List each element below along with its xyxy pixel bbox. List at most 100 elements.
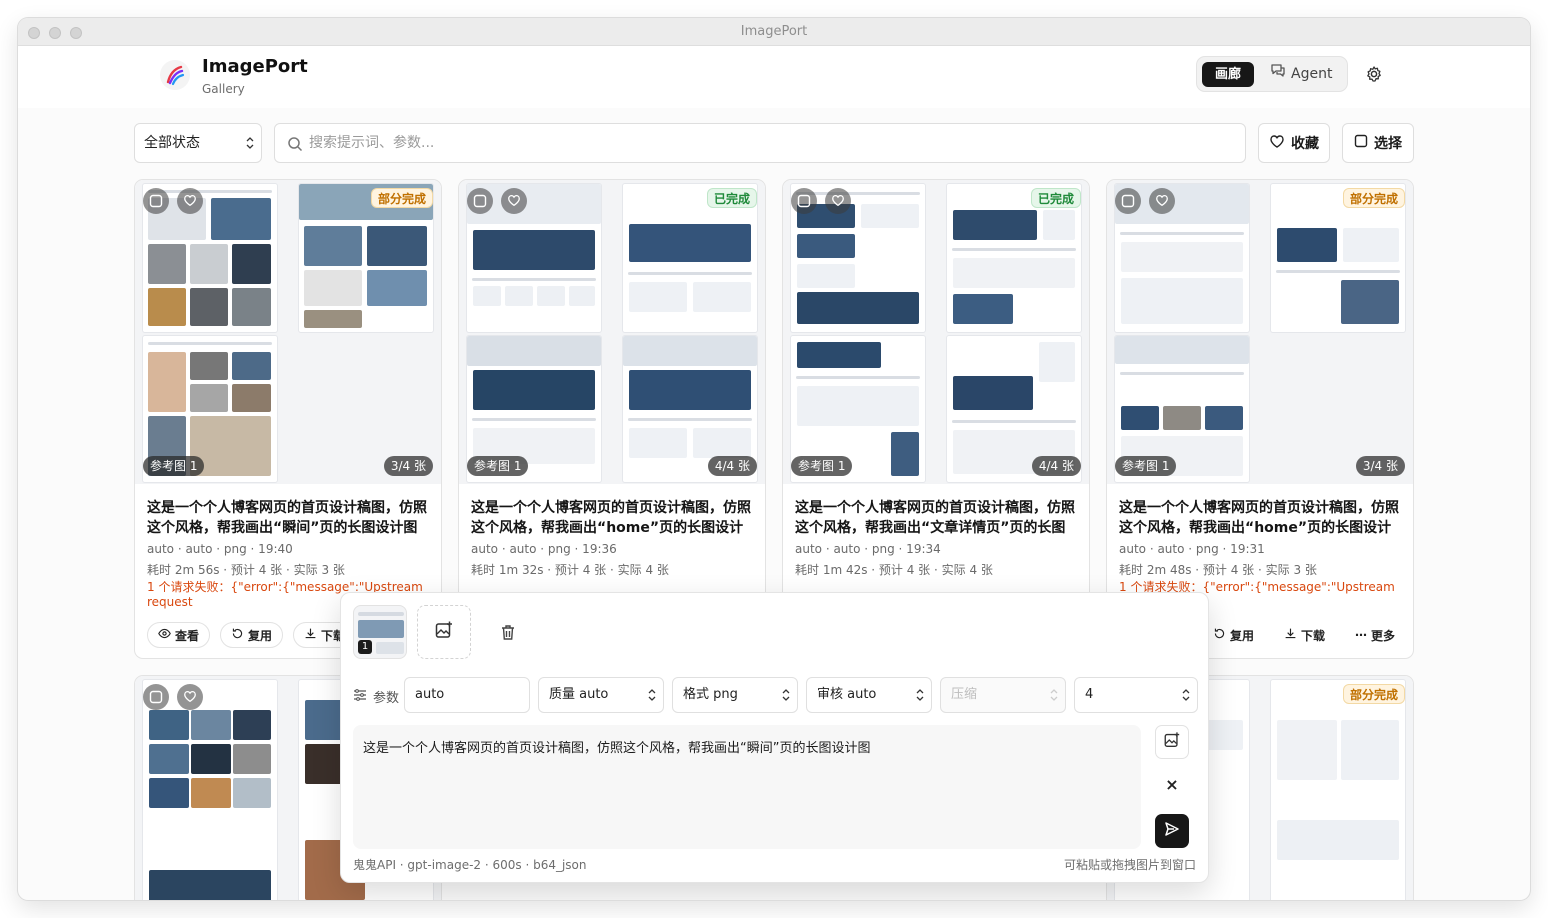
result-image[interactable] (143, 680, 277, 900)
heart-icon (183, 688, 197, 707)
format-select[interactable]: 格式 png (672, 677, 798, 713)
reuse-label: 复用 (1230, 628, 1255, 643)
sliders-icon (353, 688, 367, 706)
select-checkbox[interactable] (143, 188, 169, 214)
title-bar: ImagePort (18, 18, 1530, 46)
view-button[interactable]: 查看 (147, 622, 211, 648)
gallery-card[interactable]: 已完成 参考图 1 4/4 张 这是一个个人博客网页的首页设计稿图，仿照这个风格… (782, 179, 1090, 659)
select-checkbox[interactable] (791, 188, 817, 214)
gear-icon (1364, 66, 1384, 88)
gallery-card[interactable]: 已完成 参考图 1 4/4 张 这是一个个人博客网页的首页设计稿图，仿照这个风格… (458, 179, 766, 659)
tab-agent[interactable]: Agent (1270, 61, 1332, 87)
reference-badge: 参考图 1 (791, 456, 853, 476)
insert-image-button[interactable] (1155, 725, 1189, 759)
reference-badge: 参考图 1 (1115, 456, 1177, 476)
search-icon (288, 137, 303, 152)
card-meta: auto · auto · png · 19:34 (795, 542, 941, 556)
status-badge: 部分完成 (1342, 188, 1405, 208)
trash-icon (499, 625, 517, 645)
heart-icon (831, 192, 845, 211)
close-icon[interactable]: × (1164, 777, 1180, 793)
count-value: 4 (1085, 687, 1094, 702)
attachment-number: 1 (358, 640, 372, 654)
status-badge: 已完成 (706, 188, 757, 208)
heart-icon (1269, 133, 1285, 153)
chevron-updown-icon (246, 137, 254, 149)
image-count-badge: 4/4 张 (1031, 456, 1081, 476)
reference-badge: 参考图 1 (467, 456, 529, 476)
status-filter-select[interactable]: 全部状态 (134, 123, 262, 163)
send-icon (1164, 821, 1180, 841)
card-title: 这是一个个人博客网页的首页设计稿图，仿照这个风格，帮我画出“文章详情页”页的长图… (795, 500, 1075, 536)
select-mode-button[interactable]: 选择 (1342, 123, 1414, 163)
image-count-badge: 3/4 张 (383, 456, 433, 476)
favorite-toggle[interactable] (501, 188, 527, 214)
card-meta: auto · auto · png · 19:40 (147, 542, 293, 556)
compression-input[interactable]: 压缩 (940, 677, 1066, 713)
status-badge: 部分完成 (370, 188, 433, 208)
result-image[interactable] (1271, 680, 1405, 900)
card-thumbnail[interactable]: 部分完成 参考图 1 3/4 张 (1107, 180, 1413, 484)
favorites-button[interactable]: 收藏 (1258, 123, 1330, 163)
app-subtitle: Gallery (202, 82, 245, 96)
image-count-badge: 3/4 张 (1355, 456, 1405, 476)
card-thumbnail[interactable]: 已完成 参考图 1 4/4 张 (783, 180, 1089, 484)
select-checkbox[interactable] (143, 684, 169, 710)
filter-toolbar: 全部状态 收藏 选择 (18, 122, 1530, 164)
add-reference-image-button[interactable] (417, 605, 471, 659)
gallery-card[interactable]: 部分完成 参考图 1 3/4 张 这是一个个人博客网页的首页设计稿图，仿照这个风… (134, 179, 442, 659)
model-info: 鬼鬼API · gpt-image-2 · 600s · b64_json (353, 858, 587, 872)
download-button[interactable]: 下载 (1274, 622, 1336, 648)
eye-icon (158, 627, 171, 643)
app-logo-icon (160, 60, 190, 90)
favorite-toggle[interactable] (177, 684, 203, 710)
favorite-toggle[interactable] (177, 188, 203, 214)
gallery-card[interactable]: 部分完成 参考图 1 3/4 张 这是一个个人博客网页的首页设计稿图，仿照这个风… (1106, 179, 1414, 659)
search-box (274, 123, 1246, 163)
window-title: ImagePort (740, 24, 808, 39)
search-input[interactable] (309, 132, 1209, 154)
moderation-select[interactable]: 审核 auto (806, 677, 932, 713)
chevron-updown-icon (648, 689, 656, 701)
card-title: 这是一个个人博客网页的首页设计稿图，仿照这个风格，帮我画出“home”页的长图设… (471, 500, 751, 536)
select-checkbox[interactable] (1115, 188, 1141, 214)
quality-value: 质量 auto (549, 687, 609, 702)
paste-hint: 可粘贴或拖拽图片到窗口 (1063, 858, 1196, 872)
status-badge: 部分完成 (1342, 684, 1405, 704)
reference-badge: 参考图 1 (143, 456, 205, 476)
clear-attachments-button[interactable] (499, 623, 517, 641)
heart-icon (507, 192, 521, 211)
favorite-toggle[interactable] (825, 188, 851, 214)
chevron-updown-icon (1182, 689, 1190, 701)
chevron-updown-icon (782, 689, 790, 701)
heart-icon (183, 192, 197, 211)
image-add-icon (1163, 731, 1181, 753)
attachment-thumbnail[interactable]: 1 (353, 605, 407, 659)
reuse-button[interactable]: 复用 (1203, 622, 1265, 648)
status-badge: 已完成 (1030, 188, 1081, 208)
size-input[interactable]: auto (404, 677, 530, 713)
prompt-composer: 1 参数 auto 质量 auto 格式 png 审核 auto 压缩 4 这是… (340, 592, 1209, 883)
tab-gallery[interactable]: 画廊 (1202, 62, 1254, 87)
prompt-textarea[interactable]: 这是一个个人博客网页的首页设计稿图，仿照这个风格，帮我画出“瞬间”页的长图设计图 (353, 725, 1141, 849)
count-stepper[interactable]: 4 (1074, 677, 1198, 713)
more-icon: ⋯ (1355, 628, 1368, 642)
favorite-toggle[interactable] (1149, 188, 1175, 214)
reuse-button[interactable]: 复用 (220, 622, 284, 648)
image-count-badge: 4/4 张 (707, 456, 757, 476)
card-actions: 复用 下载 ⋯ 更多 (1203, 622, 1406, 648)
card-thumbnail[interactable]: 已完成 参考图 1 4/4 张 (459, 180, 765, 484)
quality-select[interactable]: 质量 auto (538, 677, 664, 713)
card-title: 这是一个个人博客网页的首页设计稿图，仿照这个风格，帮我画出“瞬间”页的长图设计图 (147, 500, 427, 536)
download-label: 下载 (1301, 628, 1326, 643)
select-checkbox[interactable] (467, 188, 493, 214)
more-button[interactable]: ⋯ 更多 (1345, 622, 1406, 648)
send-button[interactable] (1155, 814, 1189, 848)
app-name: ImagePort (202, 56, 308, 77)
refresh-icon (231, 627, 244, 643)
card-duration: 耗时 2m 48s · 预计 4 张 · 实际 3 张 (1119, 563, 1317, 577)
card-duration: 耗时 2m 56s · 预计 4 张 · 实际 3 张 (147, 563, 345, 577)
download-icon (1284, 627, 1297, 643)
settings-button[interactable] (1364, 64, 1384, 84)
card-thumbnail[interactable]: 部分完成 参考图 1 3/4 张 (135, 180, 441, 484)
